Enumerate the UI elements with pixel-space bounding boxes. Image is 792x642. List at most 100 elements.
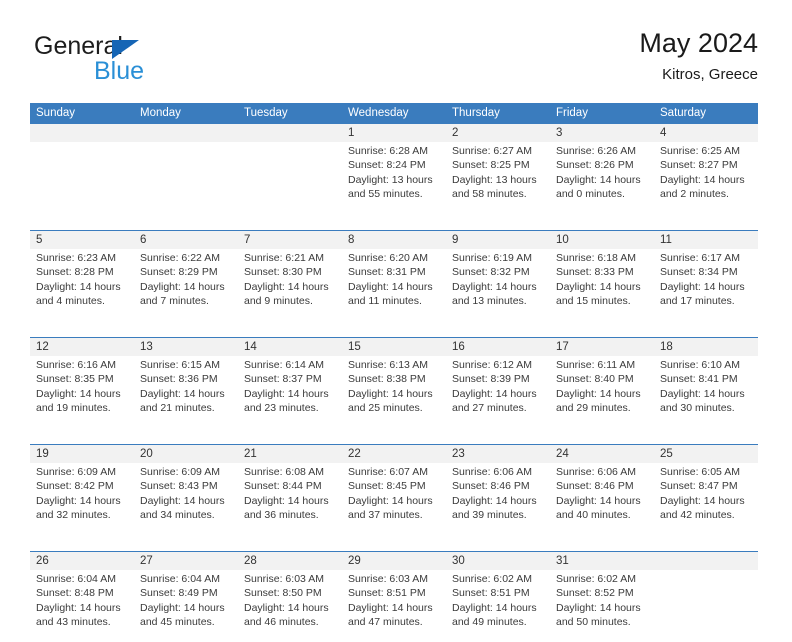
day-cell[interactable]: Sunrise: 6:17 AM Sunset: 8:34 PM Dayligh… — [654, 249, 758, 321]
day-number-band: 26 27 28 29 30 31 — [30, 552, 758, 570]
day-cell[interactable]: Sunrise: 6:06 AM Sunset: 8:46 PM Dayligh… — [446, 463, 550, 535]
day-number[interactable]: 13 — [134, 338, 238, 356]
day-number[interactable]: 18 — [654, 338, 758, 356]
day-number[interactable]: 1 — [342, 124, 446, 142]
daylight-text-line2: and 13 minutes. — [452, 294, 527, 307]
day-number[interactable]: 4 — [654, 124, 758, 142]
daylight-text-line2: and 7 minutes. — [140, 294, 209, 307]
daylight-text-line2: and 30 minutes. — [660, 401, 735, 414]
day-number[interactable]: 20 — [134, 445, 238, 463]
day-cell[interactable]: Sunrise: 6:03 AM Sunset: 8:51 PM Dayligh… — [342, 570, 446, 642]
day-number[interactable]: 2 — [446, 124, 550, 142]
day-cell[interactable]: Sunrise: 6:23 AM Sunset: 8:28 PM Dayligh… — [30, 249, 134, 321]
day-number[interactable]: 5 — [30, 231, 134, 249]
day-cell[interactable]: Sunrise: 6:10 AM Sunset: 8:41 PM Dayligh… — [654, 356, 758, 428]
day-cell[interactable]: Sunrise: 6:09 AM Sunset: 8:42 PM Dayligh… — [30, 463, 134, 535]
sunrise-text: Sunrise: 6:26 AM — [556, 145, 636, 157]
daylight-text-line1: Daylight: 14 hours — [348, 280, 433, 293]
day-number[interactable]: 10 — [550, 231, 654, 249]
page-header: General Blue May 2024 Kitros, Greece — [30, 26, 758, 96]
title-block: May 2024 Kitros, Greece — [639, 26, 758, 86]
daylight-text-line1: Daylight: 14 hours — [556, 387, 641, 400]
day-cell[interactable]: Sunrise: 6:13 AM Sunset: 8:38 PM Dayligh… — [342, 356, 446, 428]
day-number[interactable]: 21 — [238, 445, 342, 463]
day-number[interactable]: 7 — [238, 231, 342, 249]
day-number[interactable] — [134, 124, 238, 142]
daylight-text-line1: Daylight: 14 hours — [348, 387, 433, 400]
day-number[interactable]: 29 — [342, 552, 446, 570]
day-number[interactable]: 27 — [134, 552, 238, 570]
daylight-text-line2: and 47 minutes. — [348, 615, 423, 628]
brand-logo[interactable]: General Blue — [34, 32, 254, 90]
day-cell[interactable] — [30, 142, 134, 214]
day-cell[interactable] — [654, 570, 758, 642]
day-number[interactable]: 8 — [342, 231, 446, 249]
day-number[interactable]: 24 — [550, 445, 654, 463]
day-number[interactable] — [238, 124, 342, 142]
day-cell[interactable]: Sunrise: 6:03 AM Sunset: 8:50 PM Dayligh… — [238, 570, 342, 642]
day-number[interactable]: 16 — [446, 338, 550, 356]
day-cell[interactable]: Sunrise: 6:19 AM Sunset: 8:32 PM Dayligh… — [446, 249, 550, 321]
daylight-text-line2: and 42 minutes. — [660, 508, 735, 521]
sunrise-text: Sunrise: 6:08 AM — [244, 466, 324, 478]
sunrise-text: Sunrise: 6:22 AM — [140, 252, 220, 264]
daylight-text-line1: Daylight: 14 hours — [556, 173, 641, 186]
day-number[interactable]: 11 — [654, 231, 758, 249]
day-number[interactable]: 14 — [238, 338, 342, 356]
sunset-text: Sunset: 8:29 PM — [140, 266, 218, 279]
day-cell[interactable]: Sunrise: 6:05 AM Sunset: 8:47 PM Dayligh… — [654, 463, 758, 535]
day-number[interactable]: 12 — [30, 338, 134, 356]
day-number[interactable] — [654, 552, 758, 570]
day-number[interactable]: 25 — [654, 445, 758, 463]
day-cell[interactable]: Sunrise: 6:02 AM Sunset: 8:51 PM Dayligh… — [446, 570, 550, 642]
daylight-text-line2: and 32 minutes. — [36, 508, 111, 521]
day-cell[interactable]: Sunrise: 6:11 AM Sunset: 8:40 PM Dayligh… — [550, 356, 654, 428]
day-cell[interactable]: Sunrise: 6:06 AM Sunset: 8:46 PM Dayligh… — [550, 463, 654, 535]
day-number[interactable]: 3 — [550, 124, 654, 142]
sunrise-text: Sunrise: 6:28 AM — [348, 145, 428, 157]
day-cell[interactable]: Sunrise: 6:04 AM Sunset: 8:48 PM Dayligh… — [30, 570, 134, 642]
page-subtitle-location: Kitros, Greece — [662, 66, 758, 83]
day-number[interactable]: 31 — [550, 552, 654, 570]
day-cell[interactable]: Sunrise: 6:27 AM Sunset: 8:25 PM Dayligh… — [446, 142, 550, 214]
day-cell[interactable]: Sunrise: 6:25 AM Sunset: 8:27 PM Dayligh… — [654, 142, 758, 214]
day-cell[interactable]: Sunrise: 6:08 AM Sunset: 8:44 PM Dayligh… — [238, 463, 342, 535]
day-cell[interactable] — [238, 142, 342, 214]
day-number[interactable]: 28 — [238, 552, 342, 570]
day-number[interactable]: 9 — [446, 231, 550, 249]
day-cell[interactable]: Sunrise: 6:07 AM Sunset: 8:45 PM Dayligh… — [342, 463, 446, 535]
day-cell[interactable]: Sunrise: 6:28 AM Sunset: 8:24 PM Dayligh… — [342, 142, 446, 214]
daylight-text-line1: Daylight: 14 hours — [556, 494, 641, 507]
day-cell[interactable]: Sunrise: 6:22 AM Sunset: 8:29 PM Dayligh… — [134, 249, 238, 321]
day-number[interactable]: 22 — [342, 445, 446, 463]
day-cell[interactable]: Sunrise: 6:20 AM Sunset: 8:31 PM Dayligh… — [342, 249, 446, 321]
sunset-text: Sunset: 8:25 PM — [452, 159, 530, 172]
day-number[interactable]: 6 — [134, 231, 238, 249]
day-number[interactable]: 17 — [550, 338, 654, 356]
day-cell[interactable]: Sunrise: 6:14 AM Sunset: 8:37 PM Dayligh… — [238, 356, 342, 428]
day-cell[interactable]: Sunrise: 6:12 AM Sunset: 8:39 PM Dayligh… — [446, 356, 550, 428]
day-number[interactable]: 15 — [342, 338, 446, 356]
sunset-text: Sunset: 8:40 PM — [556, 373, 634, 386]
day-number[interactable]: 23 — [446, 445, 550, 463]
day-cell[interactable]: Sunrise: 6:16 AM Sunset: 8:35 PM Dayligh… — [30, 356, 134, 428]
daylight-text-line1: Daylight: 14 hours — [140, 494, 225, 507]
day-cell[interactable]: Sunrise: 6:15 AM Sunset: 8:36 PM Dayligh… — [134, 356, 238, 428]
day-number[interactable]: 19 — [30, 445, 134, 463]
weekday-header-wednesday: Wednesday — [348, 107, 409, 119]
sunset-text: Sunset: 8:51 PM — [452, 587, 530, 600]
day-cell[interactable] — [134, 142, 238, 214]
day-number[interactable] — [30, 124, 134, 142]
day-cell[interactable]: Sunrise: 6:02 AM Sunset: 8:52 PM Dayligh… — [550, 570, 654, 642]
day-cell[interactable]: Sunrise: 6:04 AM Sunset: 8:49 PM Dayligh… — [134, 570, 238, 642]
daylight-text-line2: and 17 minutes. — [660, 294, 735, 307]
day-cell[interactable]: Sunrise: 6:21 AM Sunset: 8:30 PM Dayligh… — [238, 249, 342, 321]
day-number[interactable]: 26 — [30, 552, 134, 570]
day-cell[interactable]: Sunrise: 6:18 AM Sunset: 8:33 PM Dayligh… — [550, 249, 654, 321]
day-cell[interactable]: Sunrise: 6:26 AM Sunset: 8:26 PM Dayligh… — [550, 142, 654, 214]
calendar-week-row: 5 6 7 8 9 10 11 Sunrise: 6:23 AM Sunset:… — [30, 230, 758, 337]
calendar-page: General Blue May 2024 Kitros, Greece Sun… — [0, 0, 792, 642]
calendar-week-row: 26 27 28 29 30 31 Sunrise: 6:04 AM Sunse… — [30, 551, 758, 642]
day-cell[interactable]: Sunrise: 6:09 AM Sunset: 8:43 PM Dayligh… — [134, 463, 238, 535]
day-number[interactable]: 30 — [446, 552, 550, 570]
